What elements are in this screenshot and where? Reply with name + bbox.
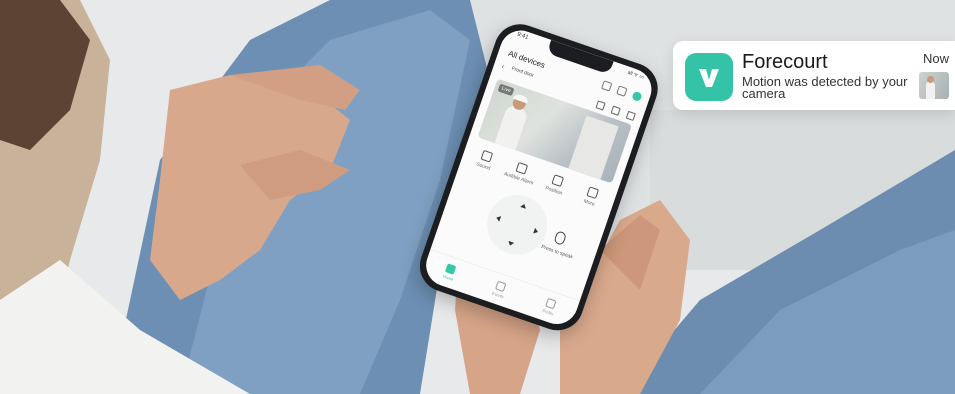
tab-label: Home (442, 273, 454, 282)
pan-tilt-pad[interactable] (479, 186, 556, 263)
live-badge: Live (497, 83, 515, 97)
control-label: More (582, 198, 596, 208)
control-position[interactable]: Position (537, 170, 575, 199)
arrow-right-icon[interactable] (533, 227, 539, 235)
control-label: Position (544, 185, 564, 197)
alarm-icon (515, 162, 529, 175)
photo-scene: 9:41 all ᯤ ▭ All devices ‹ Front door Li… (0, 0, 955, 394)
notification-time: Now (922, 51, 949, 66)
top-icon-row (601, 80, 643, 103)
bell-icon[interactable] (601, 80, 613, 92)
position-icon (551, 174, 564, 187)
arrow-up-icon[interactable] (520, 203, 528, 209)
phone-notch (546, 39, 614, 75)
notification-message: Motion was detected by your camera (742, 74, 908, 101)
tab-label: Events (491, 290, 505, 300)
control-label: Audible Alarm (502, 170, 535, 187)
control-label: Sound (475, 161, 492, 172)
tab-events[interactable]: Events (491, 280, 508, 299)
microphone-icon[interactable] (553, 230, 568, 246)
phone-screen: 9:41 all ᯤ ▭ All devices ‹ Front door Li… (420, 24, 658, 330)
message-icon[interactable] (616, 85, 628, 97)
arrow-left-icon[interactable] (495, 214, 502, 222)
camera-name: Front door (510, 65, 535, 79)
control-audible-alarm[interactable]: Audible Alarm (501, 158, 539, 187)
thumbnail-head (927, 76, 934, 83)
notification-title: Forecourt (742, 51, 828, 73)
home-icon (445, 263, 457, 275)
back-arrow-icon[interactable]: ‹ (501, 63, 505, 70)
record-icon[interactable] (610, 105, 621, 116)
video-door (568, 115, 619, 180)
status-icons: all ᯤ ▭ (626, 69, 645, 81)
press-to-speak-label: Press to speak (540, 244, 574, 261)
more-icon (586, 186, 600, 200)
v-logo-icon (685, 53, 733, 101)
arrow-down-icon[interactable] (507, 240, 515, 247)
thumbnail-person (926, 81, 935, 99)
fullscreen-icon[interactable] (625, 110, 636, 121)
tab-profile[interactable]: Profile (541, 297, 558, 317)
add-device-icon[interactable] (631, 90, 643, 103)
phone-body: 9:41 all ᯤ ▭ All devices ‹ Front door Li… (412, 17, 665, 338)
push-notification[interactable]: Forecourt Motion was detected by your ca… (673, 41, 955, 110)
screenshot-icon[interactable] (595, 100, 606, 111)
profile-icon (545, 297, 557, 310)
status-time: 9:41 (516, 31, 530, 42)
smartphone: 9:41 all ᯤ ▭ All devices ‹ Front door Li… (412, 17, 665, 340)
control-sound[interactable]: Sound (466, 146, 504, 175)
speaker-icon (480, 149, 494, 163)
notification-thumbnail (919, 72, 949, 99)
video-person (494, 103, 530, 151)
control-more[interactable]: More (572, 182, 610, 211)
tab-home[interactable]: Home (442, 263, 457, 282)
events-icon (495, 280, 507, 293)
tab-label: Profile (541, 307, 555, 317)
